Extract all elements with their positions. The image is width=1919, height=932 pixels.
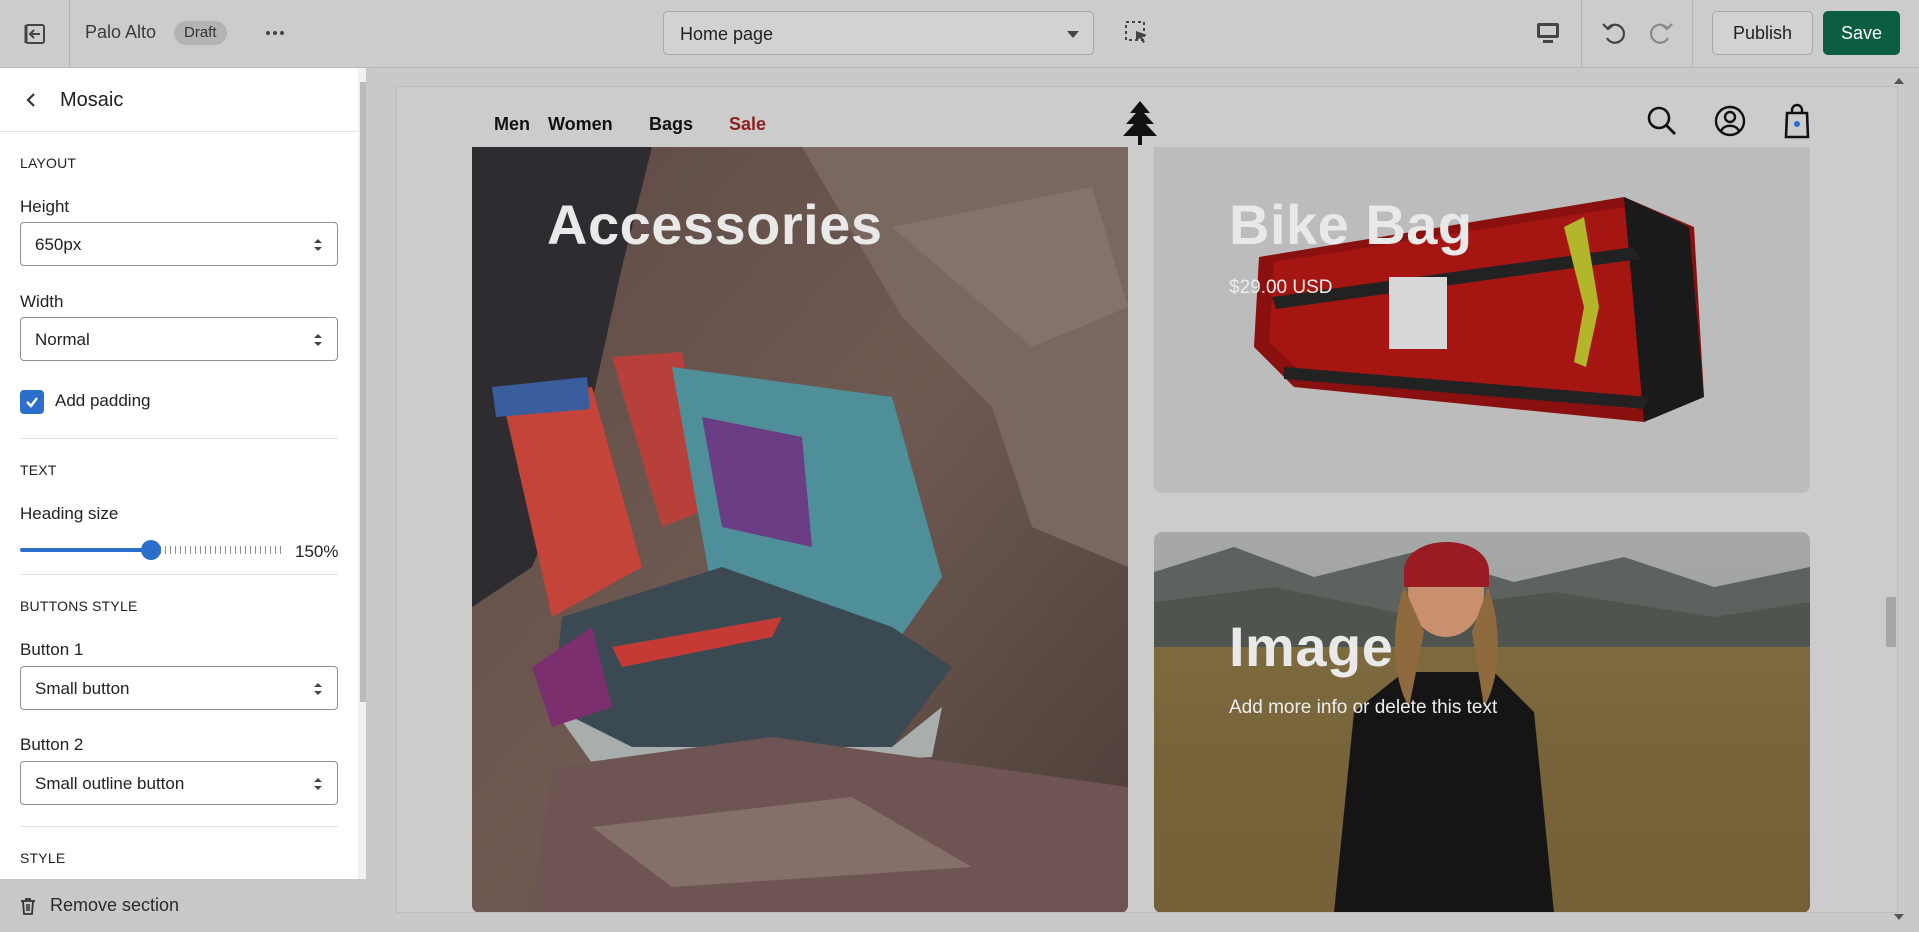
inspector-icon[interactable] bbox=[1124, 20, 1150, 46]
cart-icon[interactable] bbox=[1781, 103, 1813, 139]
add-padding-label[interactable]: Add padding bbox=[55, 391, 150, 411]
tile-heading: Bike Bag bbox=[1229, 193, 1473, 256]
heading-size-label: Heading size bbox=[20, 504, 119, 523]
button2-select[interactable]: Small outline button bbox=[20, 761, 338, 805]
store-preview: Men Women Bags Sale Accessories Bike Bag… bbox=[374, 68, 1919, 932]
width-select-value: Normal bbox=[35, 330, 90, 349]
tile-heading: Image bbox=[1229, 615, 1394, 678]
remove-section-button[interactable]: Remove section bbox=[0, 879, 374, 932]
divider bbox=[20, 574, 338, 575]
nav-link-women[interactable]: Women bbox=[548, 114, 613, 135]
preview-scroll-thumb[interactable] bbox=[1886, 597, 1896, 647]
buttons-style-heading: BUTTONS STYLE bbox=[20, 598, 138, 614]
button2-select-value: Small outline button bbox=[35, 774, 185, 793]
settings-sidebar: Mosaic LAYOUT Height 650px Width Normal … bbox=[0, 68, 374, 932]
preview-frame: Men Women Bags Sale Accessories Bike Bag… bbox=[396, 86, 1898, 913]
mosaic-tile-image[interactable]: Image Add more info or delete this text bbox=[1154, 532, 1810, 912]
publish-button[interactable]: Publish bbox=[1712, 11, 1813, 55]
select-arrows-icon bbox=[314, 778, 322, 790]
more-actions-button[interactable] bbox=[262, 20, 288, 46]
height-select-value: 650px bbox=[35, 235, 82, 254]
save-button[interactable]: Save bbox=[1823, 11, 1900, 55]
checkmark-icon bbox=[26, 397, 38, 408]
account-icon[interactable] bbox=[1713, 104, 1747, 138]
exit-icon bbox=[24, 23, 45, 44]
width-label: Width bbox=[20, 292, 64, 311]
heading-size-slider[interactable] bbox=[20, 535, 285, 565]
status-badge: Draft bbox=[174, 21, 227, 45]
nav-link-bags[interactable]: Bags bbox=[649, 114, 693, 135]
mosaic-tile-bike-bag[interactable]: Bike Bag $29.00 USD bbox=[1154, 147, 1810, 493]
caret-down-icon bbox=[1067, 31, 1079, 38]
add-padding-checkbox[interactable] bbox=[20, 390, 44, 414]
slider-thumb[interactable] bbox=[141, 540, 161, 560]
store-name: Palo Alto bbox=[85, 22, 157, 42]
height-label: Height bbox=[20, 197, 70, 216]
more-icon bbox=[266, 31, 270, 35]
button1-select[interactable]: Small button bbox=[20, 666, 338, 710]
desktop-view-icon[interactable] bbox=[1533, 18, 1563, 48]
back-arrow-icon[interactable] bbox=[20, 88, 44, 112]
mosaic-tile-accessories[interactable]: Accessories bbox=[472, 147, 1128, 912]
nav-link-men[interactable]: Men bbox=[494, 114, 530, 135]
settings-panel: Mosaic LAYOUT Height 650px Width Normal … bbox=[0, 68, 366, 879]
divider bbox=[20, 826, 338, 827]
height-select[interactable]: 650px bbox=[20, 222, 338, 266]
divider bbox=[1692, 0, 1693, 67]
divider bbox=[20, 438, 338, 439]
slider-fill bbox=[20, 548, 152, 552]
exit-button[interactable] bbox=[0, 0, 70, 67]
page-select-value: Home page bbox=[680, 24, 774, 44]
style-heading: STYLE bbox=[20, 850, 66, 866]
search-icon[interactable] bbox=[1645, 104, 1679, 138]
divider bbox=[1581, 0, 1582, 67]
pine-tree-logo-icon[interactable] bbox=[1119, 99, 1161, 147]
top-bar: Palo Alto Draft Home page Publish Save bbox=[0, 0, 1919, 68]
redo-icon[interactable] bbox=[1646, 18, 1676, 48]
page-select[interactable]: Home page bbox=[663, 11, 1094, 55]
woman-field-image bbox=[1154, 532, 1810, 912]
select-arrows-icon bbox=[314, 334, 322, 346]
trash-icon bbox=[21, 898, 35, 915]
select-arrows-icon bbox=[314, 683, 322, 695]
preview-scrollbar[interactable] bbox=[1882, 74, 1912, 924]
tile-subtext: Add more info or delete this text bbox=[1229, 697, 1498, 718]
undo-icon[interactable] bbox=[1599, 18, 1629, 48]
button2-label: Button 2 bbox=[20, 735, 84, 754]
layout-heading: LAYOUT bbox=[20, 155, 77, 171]
select-arrows-icon bbox=[314, 239, 322, 251]
product-price: $29.00 USD bbox=[1229, 277, 1333, 298]
heading-size-value: 150% bbox=[295, 542, 339, 561]
sidebar-scroll-thumb[interactable] bbox=[360, 82, 366, 702]
slider-ticks bbox=[160, 546, 284, 554]
width-select[interactable]: Normal bbox=[20, 317, 338, 361]
panel-header: Mosaic bbox=[0, 68, 366, 132]
nav-link-sale[interactable]: Sale bbox=[729, 114, 766, 135]
button1-label: Button 1 bbox=[20, 640, 84, 659]
tile-heading: Accessories bbox=[547, 193, 883, 256]
remove-section-label: Remove section bbox=[50, 895, 180, 915]
text-heading: TEXT bbox=[20, 462, 57, 478]
hiker-shoes-image bbox=[472, 147, 1128, 912]
panel-title: Mosaic bbox=[60, 89, 124, 111]
button1-select-value: Small button bbox=[35, 679, 130, 698]
